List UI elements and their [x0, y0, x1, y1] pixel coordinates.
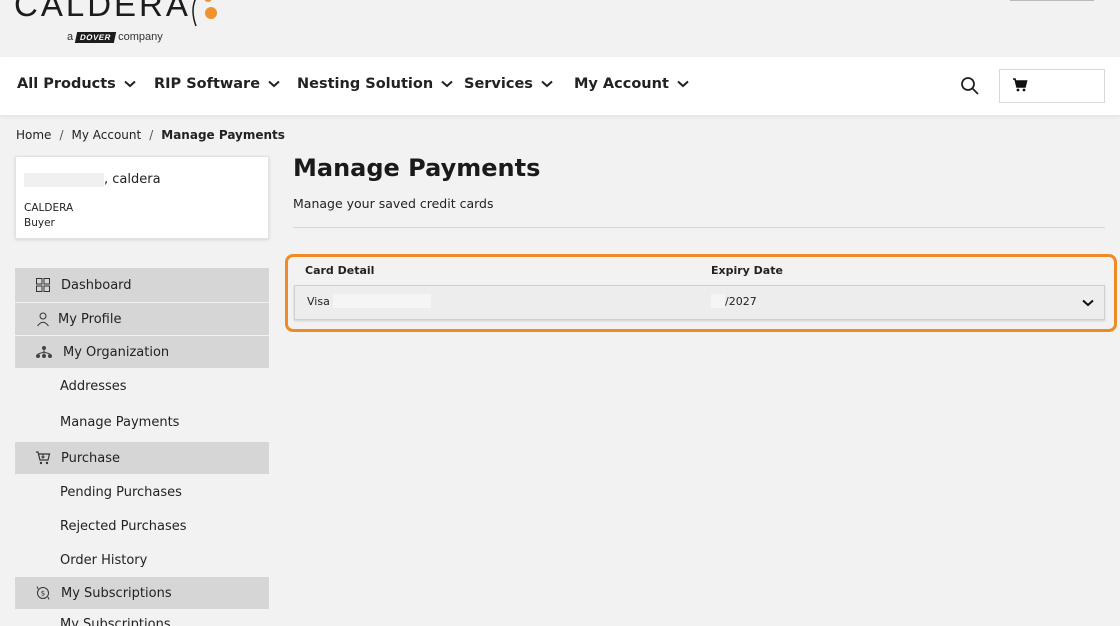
breadcrumb-separator: /	[149, 128, 154, 142]
nav-services[interactable]: Services	[464, 76, 553, 92]
redacted-name	[24, 172, 104, 187]
card-type: Visa	[307, 295, 330, 308]
nav-label: All Products	[17, 76, 116, 92]
top-right-edge	[1010, 0, 1094, 1]
nav-label: Nesting Solution	[297, 76, 434, 92]
content-divider	[293, 227, 1105, 228]
redacted-expiry-month	[711, 294, 725, 308]
cart-purchase-icon	[36, 451, 51, 465]
logo-tagline: a DOVER company	[67, 31, 163, 43]
chevron-down-icon	[541, 80, 553, 88]
nav-label: RIP Software	[154, 76, 261, 92]
user-org: CALDERA	[24, 202, 74, 214]
breadcrumb-separator: /	[59, 128, 64, 142]
nav-nesting-solution[interactable]: Nesting Solution	[297, 76, 453, 92]
nav-rip-software[interactable]: RIP Software	[154, 76, 280, 92]
logo-tagline-suffix: company	[118, 31, 163, 43]
chevron-down-icon[interactable]	[1082, 299, 1094, 307]
sidebar-item-label: Rejected Purchases	[60, 518, 187, 534]
sidebar-item-dashboard[interactable]: Dashboard	[15, 268, 269, 303]
sidebar-item-label: Pending Purchases	[60, 484, 182, 500]
user-name-row: , caldera	[24, 172, 161, 187]
header-logo-band: CALDERA a DOVER company	[0, 0, 1120, 57]
sidebar-item-label: My Subscriptions	[60, 617, 171, 626]
sidebar-item-label: My Organization	[63, 344, 170, 360]
caldera-logo-mark-icon	[192, 0, 217, 27]
sidebar-item-label: My Profile	[58, 311, 122, 327]
column-header-card-detail: Card Detail	[305, 264, 375, 277]
sidebar-item-order-history[interactable]: Order History	[15, 543, 269, 577]
user-card: , caldera CALDERA Buyer	[15, 156, 269, 239]
dover-badge: DOVER	[74, 31, 117, 43]
nav-all-products[interactable]: All Products	[17, 76, 136, 92]
breadcrumb-home[interactable]: Home	[16, 128, 51, 142]
breadcrumb-current: Manage Payments	[161, 128, 285, 142]
breadcrumb: Home / My Account / Manage Payments	[16, 128, 285, 142]
breadcrumb-my-account[interactable]: My Account	[71, 128, 141, 142]
user-role: Buyer	[24, 217, 55, 229]
org-chart-icon	[36, 346, 52, 358]
svg-text:$: $	[41, 590, 45, 598]
caldera-logo-text[interactable]: CALDERA	[14, 0, 191, 24]
sidebar-item-label: My Subscriptions	[61, 585, 172, 601]
logo-tagline-prefix: a	[67, 31, 74, 43]
chevron-down-icon	[677, 80, 689, 88]
account-sidebar-menu: Dashboard My Profile My Organization Add…	[15, 268, 269, 626]
sidebar-item-purchase[interactable]: Purchase	[15, 442, 269, 475]
sidebar-item-rejected-purchases[interactable]: Rejected Purchases	[15, 509, 269, 543]
nav-label: My Account	[574, 76, 669, 92]
chevron-down-icon	[441, 80, 453, 88]
sidebar-item-label: Order History	[60, 552, 148, 568]
sidebar-item-label: Dashboard	[61, 277, 132, 293]
saved-card-row[interactable]: Visa /2027	[294, 285, 1105, 320]
card-expiry: /2027	[725, 295, 757, 308]
person-icon	[37, 312, 49, 327]
sidebar-item-label: Manage Payments	[60, 415, 180, 430]
page-subtitle: Manage your saved credit cards	[293, 196, 494, 211]
user-name-suffix: , caldera	[104, 172, 161, 187]
chevron-down-icon	[268, 80, 280, 88]
sidebar-item-label: Addresses	[60, 378, 127, 394]
column-header-expiry-date: Expiry Date	[711, 264, 783, 277]
cart-icon	[1013, 78, 1028, 92]
sidebar-item-addresses[interactable]: Addresses	[15, 369, 269, 403]
sidebar-item-my-profile[interactable]: My Profile	[15, 303, 269, 336]
nav-my-account[interactable]: My Account	[574, 76, 689, 92]
sidebar-item-my-organization[interactable]: My Organization	[15, 336, 269, 369]
sidebar-item-manage-payments[interactable]: Manage Payments	[15, 403, 269, 442]
sidebar-item-label: Purchase	[61, 450, 121, 466]
page-title: Manage Payments	[293, 154, 541, 182]
main-navbar: All Products RIP Software Nesting Soluti…	[0, 57, 1120, 115]
subscription-icon: $	[36, 586, 50, 600]
sidebar-item-my-subscriptions-section[interactable]: $ My Subscriptions	[15, 577, 269, 610]
dashboard-icon	[36, 278, 50, 292]
sidebar-item-my-subscriptions[interactable]: My Subscriptions	[15, 610, 269, 626]
sidebar-item-pending-purchases[interactable]: Pending Purchases	[15, 475, 269, 509]
redacted-card-number	[333, 294, 431, 308]
search-icon[interactable]	[960, 76, 980, 96]
nav-label: Services	[464, 76, 533, 92]
chevron-down-icon	[124, 80, 136, 88]
cart-button[interactable]	[999, 69, 1105, 103]
